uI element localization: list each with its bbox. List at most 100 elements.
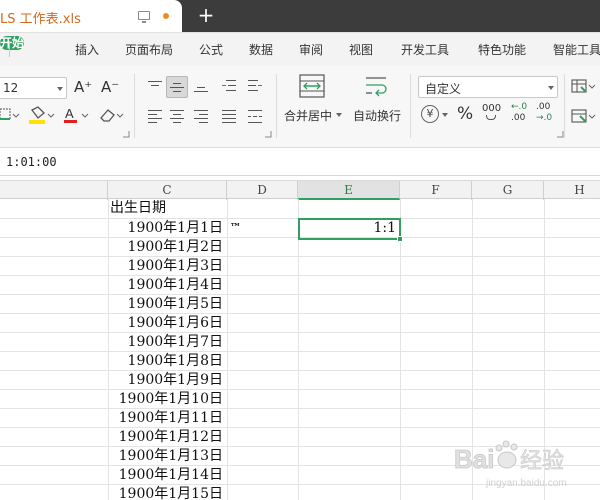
column-header-h[interactable]: H (544, 181, 600, 200)
fill-handle[interactable] (397, 236, 403, 242)
column-header-c[interactable]: C (108, 181, 227, 200)
increase-decimal-sub: .00 (511, 113, 526, 123)
formula-bar[interactable]: 1:01:00 (0, 148, 600, 176)
align-middle-button[interactable] (166, 76, 188, 98)
watermark-url: jingyan.baidu.com (485, 478, 567, 489)
date-cell[interactable]: 1900年1月6日 (108, 314, 223, 333)
distributed-align-button[interactable] (244, 106, 266, 128)
tab-special-features[interactable]: 特色功能 (478, 41, 526, 58)
clear-format-icon[interactable] (100, 109, 124, 122)
date-cell[interactable]: 1900年1月8日 (108, 352, 223, 371)
date-cell[interactable]: 1900年1月3日 (108, 257, 223, 276)
styles-group (571, 79, 596, 123)
baidu-watermark: Bai 经验 jingyan.baidu.com (454, 440, 567, 489)
font-size-value: 12 (3, 81, 19, 95)
spreadsheet-grid[interactable]: C D E F G H 1900年1月1日 1900年1月2日 1900年1月3日 1… (0, 176, 600, 500)
column-header-d[interactable]: D (227, 181, 298, 200)
tab-view[interactable]: 视图 (349, 41, 373, 58)
column-header-e[interactable]: E (298, 181, 400, 200)
tab-review[interactable]: 审阅 (299, 41, 323, 58)
chevron-down-icon[interactable] (336, 113, 342, 117)
decrease-font-button[interactable]: A⁻ (101, 78, 119, 96)
format-buttons-row: A (0, 106, 124, 124)
cell-d2[interactable]: ™ (230, 218, 241, 237)
ribbon-toolbar: 12 A⁺ A⁻ A 合并居中 自动换行 自定义 ¥ % 000 ←.0 .00… (0, 66, 600, 148)
dialog-launcher-icon[interactable] (264, 130, 272, 138)
decrease-decimal-button[interactable]: .00 (536, 102, 550, 112)
cell-c1-header[interactable]: 出生日期 (110, 199, 166, 218)
title-bar: LS 工作表.xls + (0, 0, 600, 32)
tab-insert[interactable]: 插入 (75, 41, 99, 58)
column-header-row: C D E F G H (0, 180, 600, 200)
date-cell[interactable]: 1900年1月11日 (108, 409, 223, 428)
date-cell[interactable]: 1900年1月5日 (108, 295, 223, 314)
justify-button[interactable] (218, 106, 240, 128)
wrap-text-button[interactable]: 自动换行 (353, 107, 401, 124)
decrease-indent-button[interactable] (218, 76, 240, 98)
merge-center-button[interactable]: 合并居中 (284, 107, 332, 124)
tab-home[interactable]: 开始 (0, 36, 25, 50)
justify-icon (222, 110, 236, 124)
number-format-select[interactable]: 自定义 (418, 76, 558, 98)
tab-page-layout[interactable]: 页面布局 (125, 41, 173, 58)
align-left-button[interactable] (144, 106, 166, 128)
align-right-icon (194, 110, 208, 124)
increase-indent-button[interactable] (244, 76, 266, 98)
align-center-button[interactable] (166, 106, 188, 128)
date-cell[interactable]: 1900年1月1日 (108, 219, 223, 238)
unsaved-indicator-icon (163, 13, 169, 19)
border-icon[interactable] (0, 108, 20, 120)
decrease-decimal-sub: →.0 (536, 113, 553, 123)
watermark-suffix: 经验 (520, 449, 564, 474)
tab-smart-tools[interactable]: 智能工具 (553, 41, 600, 58)
grid-row-line (0, 370, 600, 371)
formula-content[interactable]: 1:01:00 (6, 155, 57, 169)
font-size-select[interactable]: 12 (0, 77, 67, 99)
wrap-text-icon (366, 77, 387, 97)
toolbar-divider (134, 74, 135, 138)
align-right-button[interactable] (190, 106, 212, 128)
column-header-f[interactable]: F (400, 181, 472, 200)
date-cell[interactable]: 1900年1月7日 (108, 333, 223, 352)
table-style-icon[interactable] (571, 109, 596, 123)
font-color-icon[interactable]: A (64, 106, 89, 123)
currency-icon[interactable]: ¥ (421, 105, 439, 123)
column-header-g[interactable]: G (472, 181, 544, 200)
thousands-separator-button[interactable]: 000 (482, 103, 501, 114)
date-cell[interactable]: 1900年1月12日 (108, 428, 223, 447)
watermark-brand: Bai (454, 444, 494, 474)
document-tab[interactable]: LS 工作表.xls (0, 0, 182, 32)
percent-button[interactable]: % (457, 104, 473, 124)
increase-font-button[interactable]: A⁺ (74, 78, 92, 96)
grid-row-line (0, 256, 600, 257)
column-header-b[interactable] (0, 181, 108, 200)
date-cell[interactable]: 1900年1月15日 (108, 485, 223, 500)
grid-column-line (298, 199, 299, 500)
align-top-icon (148, 81, 162, 93)
date-cell[interactable]: 1900年1月14日 (108, 466, 223, 485)
align-bottom-button[interactable] (190, 76, 212, 98)
tab-data[interactable]: 数据 (249, 41, 273, 58)
fill-color-icon[interactable] (29, 106, 55, 124)
align-center-icon (170, 110, 184, 124)
grid-row-line (0, 427, 600, 428)
chevron-down-icon[interactable] (442, 113, 448, 117)
date-cell[interactable]: 1900年1月2日 (108, 238, 223, 257)
date-cell[interactable]: 1900年1月13日 (108, 447, 223, 466)
ribbon-tabs: 开始 插入 页面布局 公式 数据 审阅 视图 开发工具 特色功能 智能工具 (0, 32, 600, 66)
align-top-button[interactable] (144, 76, 166, 98)
conditional-format-icon[interactable] (571, 79, 596, 93)
thousands-comma-icon (486, 115, 496, 120)
tab-formulas[interactable]: 公式 (199, 41, 223, 58)
monitor-icon[interactable] (138, 11, 150, 23)
date-cell[interactable]: 1900年1月10日 (108, 390, 223, 409)
grid-row-line (0, 294, 600, 295)
date-cell[interactable]: 1900年1月4日 (108, 276, 223, 295)
tab-developer[interactable]: 开发工具 (401, 41, 449, 58)
increase-decimal-button[interactable]: ←.0 (511, 102, 527, 112)
increase-indent-icon (248, 80, 262, 92)
date-cell[interactable]: 1900年1月9日 (108, 371, 223, 390)
dialog-launcher-icon[interactable] (556, 130, 564, 138)
new-tab-button[interactable]: + (196, 3, 216, 27)
dialog-launcher-icon[interactable] (122, 130, 130, 138)
